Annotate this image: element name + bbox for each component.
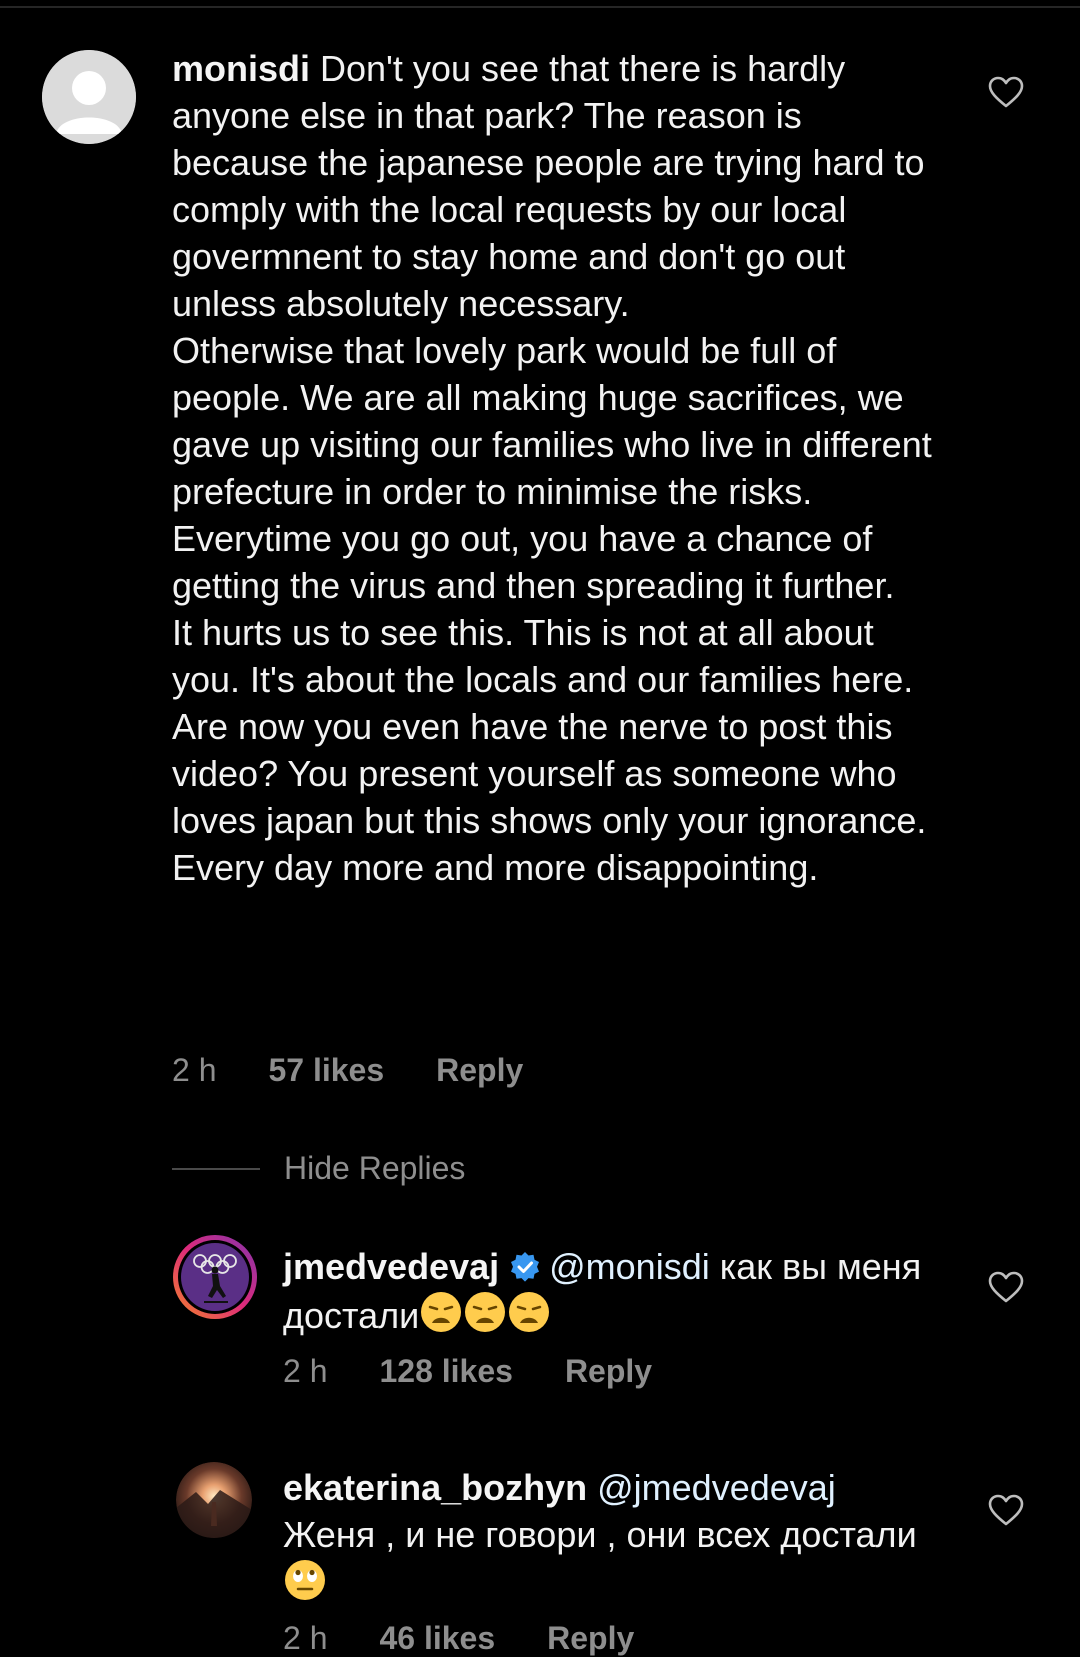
avatar[interactable]	[176, 1462, 252, 1538]
reply-button[interactable]: Reply	[565, 1353, 652, 1390]
comment-username[interactable]: jmedvedevaj	[283, 1246, 499, 1287]
comment-text: ekaterina_bozhyn @jmedvedevaj Женя , и н…	[283, 1464, 923, 1607]
hide-replies-button[interactable]: Hide Replies	[172, 1150, 465, 1187]
rolling-eyes-emoji	[285, 1560, 325, 1600]
comment-meta: 2 h 128 likes Reply	[283, 1353, 652, 1390]
likes-count[interactable]: 46 likes	[379, 1620, 495, 1657]
mention-link[interactable]: @jmedvedevaj	[597, 1467, 836, 1508]
reply-button[interactable]: Reply	[547, 1620, 634, 1657]
like-heart-icon[interactable]	[988, 1271, 1024, 1303]
comment-username[interactable]: ekaterina_bozhyn	[283, 1467, 587, 1508]
reply-button[interactable]: Reply	[436, 1052, 523, 1089]
weary-face-emoji	[465, 1292, 506, 1332]
sunset-photo-avatar	[176, 1462, 252, 1538]
replies-divider-line	[172, 1167, 260, 1170]
likes-count[interactable]: 57 likes	[268, 1052, 384, 1089]
default-avatar-icon	[42, 50, 136, 144]
comment-body: Don't you see that there is hardly anyon…	[172, 48, 932, 888]
mention-link[interactable]: @monisdi	[549, 1246, 710, 1287]
hide-replies-label: Hide Replies	[284, 1150, 466, 1186]
olympic-skater-avatar	[173, 1235, 257, 1319]
comment-time: 2 h	[283, 1620, 328, 1656]
avatar[interactable]	[172, 1234, 258, 1320]
like-heart-icon[interactable]	[988, 76, 1024, 108]
comment-text: jmedvedevaj @monisdi как вы меня достали	[283, 1243, 923, 1339]
top-divider	[0, 0, 1080, 8]
comment-username[interactable]: monisdi	[172, 48, 310, 89]
avatar[interactable]	[42, 50, 136, 144]
verified-badge-icon	[511, 1252, 540, 1282]
comment-meta: 2 h 46 likes Reply	[283, 1620, 634, 1657]
weary-face-emoji	[421, 1292, 462, 1332]
like-heart-icon[interactable]	[988, 1494, 1024, 1526]
comment-time: 2 h	[283, 1353, 328, 1389]
comment-meta: 2 h 57 likes Reply	[172, 1052, 523, 1089]
weary-face-emoji	[509, 1292, 550, 1332]
weary-face-emojis	[419, 1292, 551, 1336]
comment-text: monisdi Don't you see that there is hard…	[172, 45, 942, 891]
likes-count[interactable]: 128 likes	[379, 1353, 512, 1390]
comment-body: Женя , и не говори , они всех достали	[283, 1514, 927, 1555]
comment-time: 2 h	[172, 1052, 217, 1088]
